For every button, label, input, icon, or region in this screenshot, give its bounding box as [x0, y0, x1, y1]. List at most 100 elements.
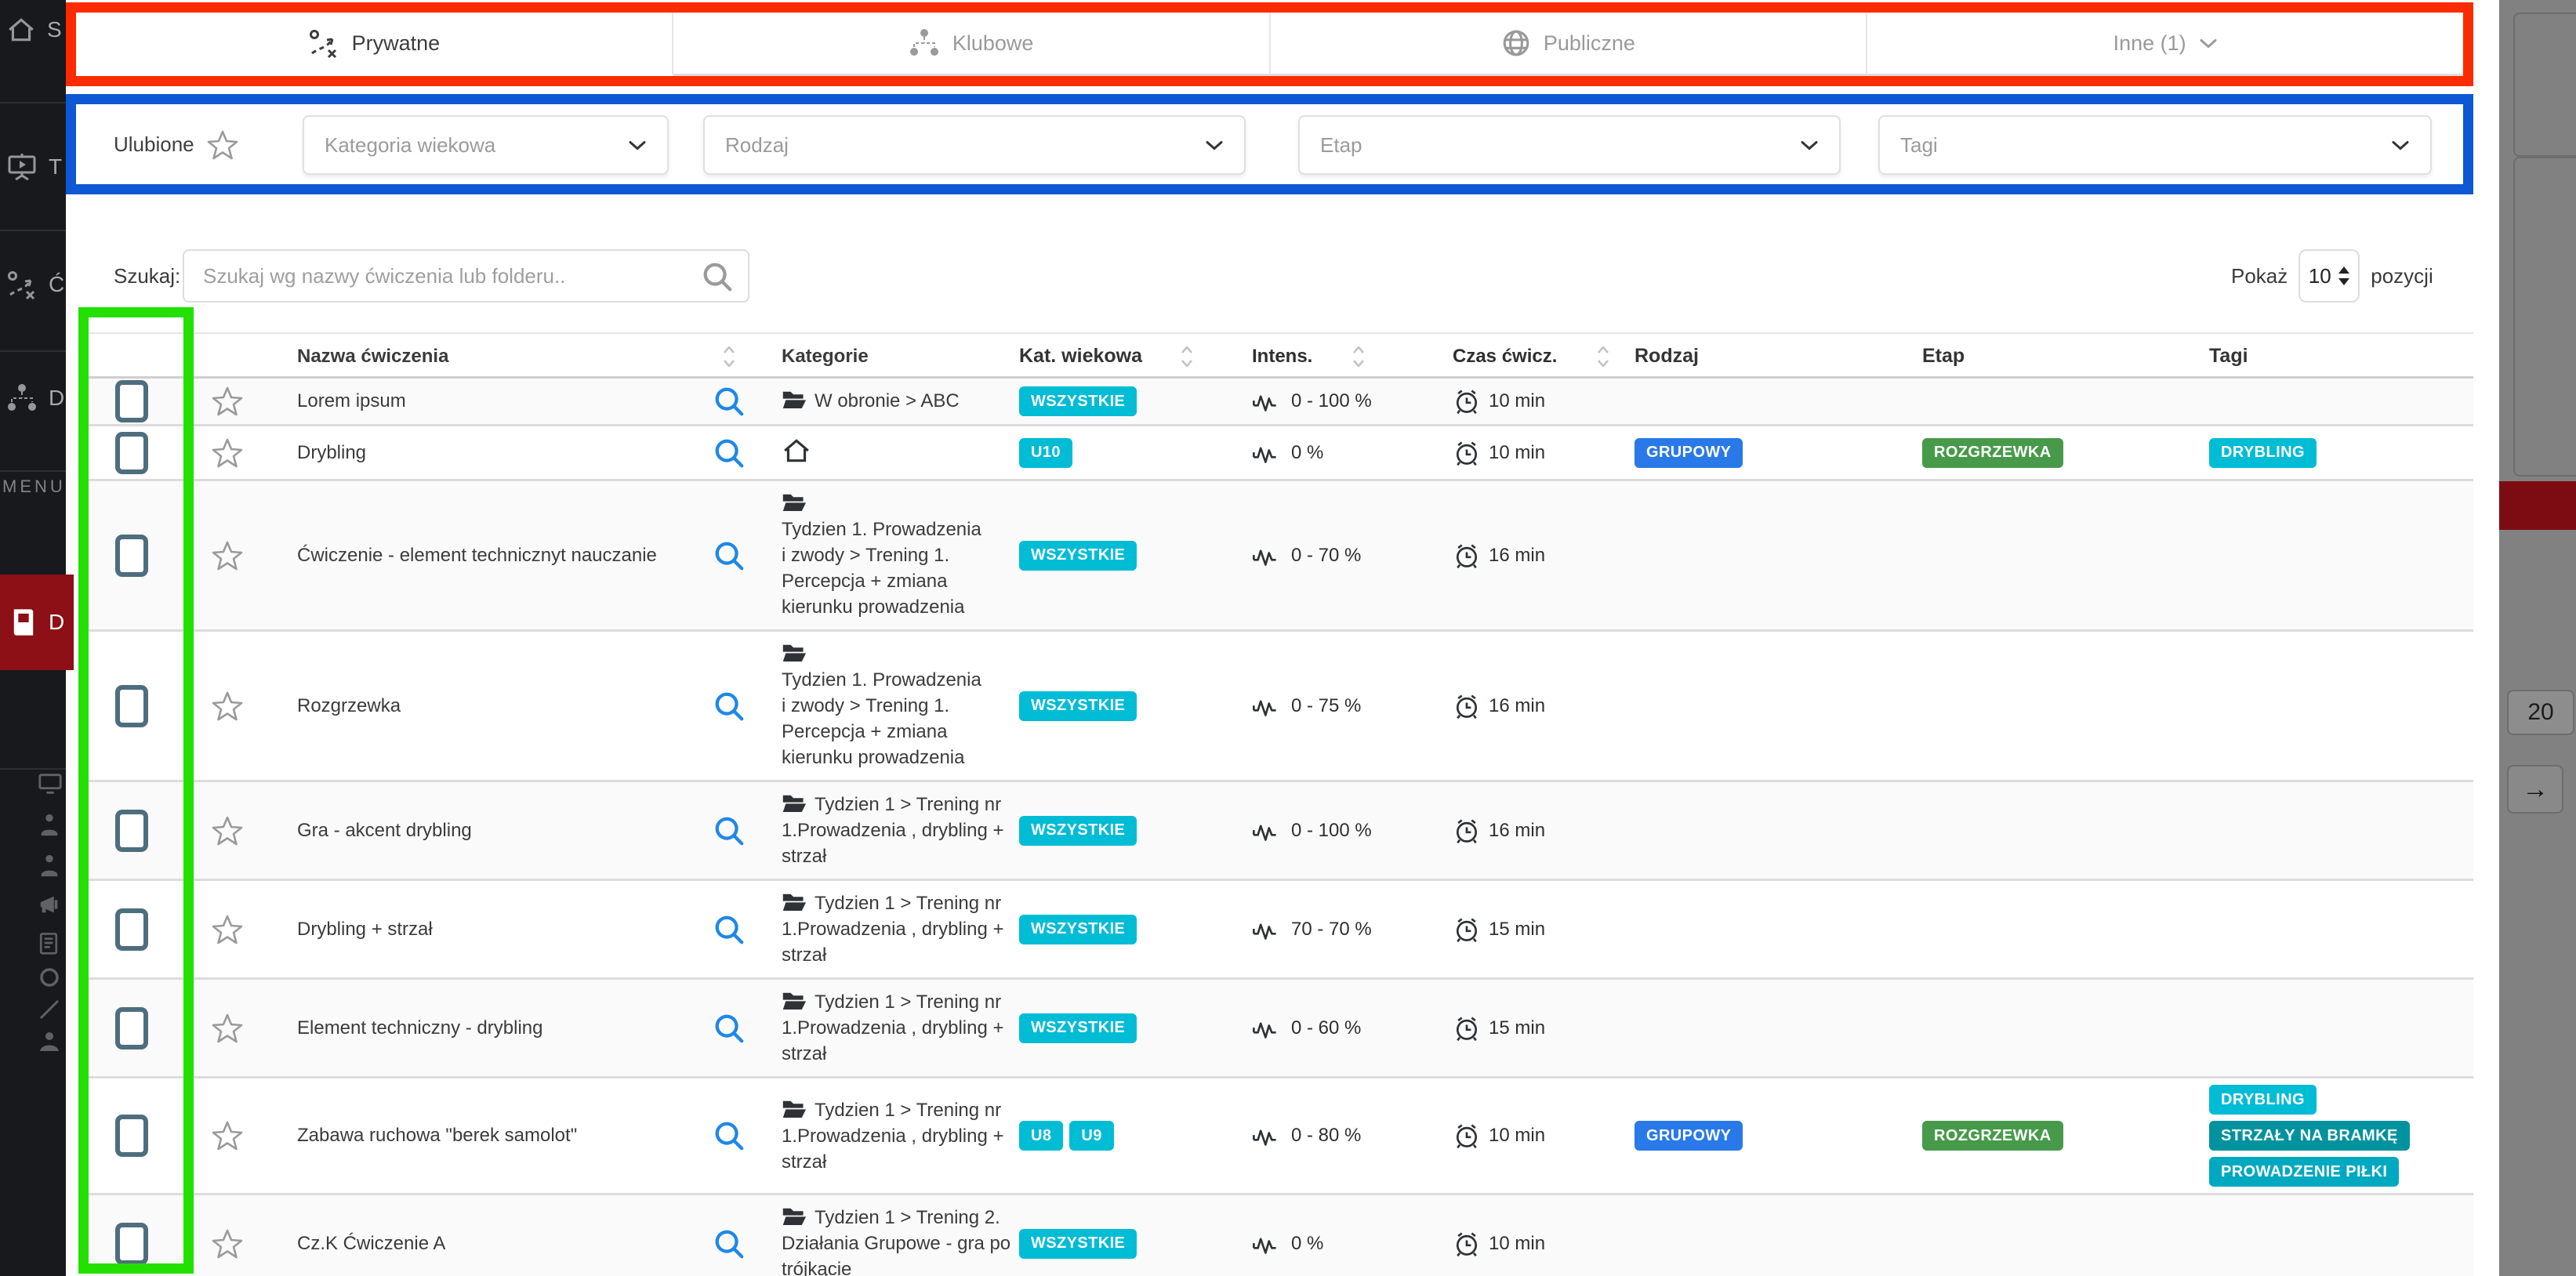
tab-prywatne[interactable]: Prywatne — [76, 13, 673, 76]
stage-cell: ROZGRZEWKA — [1905, 1113, 2191, 1158]
favorite-star-icon[interactable] — [212, 691, 243, 722]
row-checkbox[interactable] — [115, 535, 148, 577]
preview-search-icon[interactable] — [713, 913, 746, 946]
clock-icon — [1453, 387, 1481, 415]
folder-icon — [782, 1098, 807, 1119]
favorite-star-icon[interactable] — [212, 914, 243, 945]
sort-icon[interactable] — [722, 345, 736, 368]
column-header-nazwa-ćwiczenia[interactable]: Nazwa ćwiczenia — [270, 346, 694, 368]
stepper-arrows-icon[interactable] — [2338, 265, 2350, 287]
exercise-name-cell: Ćwiczenie - element technicznyt nauczani… — [270, 533, 694, 578]
row-checkbox[interactable] — [115, 432, 148, 474]
intensity-icon — [1252, 918, 1283, 941]
sidebar-icon-user[interactable] — [38, 853, 61, 878]
exercise-name: Gra - akcent drybling — [297, 820, 472, 842]
column-header-kat-wiekowa[interactable]: Kat. wiekowa — [1011, 345, 1211, 368]
filter-dropdown-kategoria-wiekowa[interactable]: Kategoria wiekowa — [303, 115, 669, 175]
row-checkbox[interactable] — [115, 1007, 148, 1049]
favorite-star-icon[interactable] — [212, 1228, 243, 1260]
column-header-label: Etap — [1922, 345, 1965, 368]
sidebar-item[interactable]: Ć — [0, 263, 72, 306]
exercise-name: Drybling + strzał — [297, 919, 433, 941]
preview-search-icon[interactable] — [713, 1119, 746, 1152]
sort-icon[interactable] — [1351, 345, 1366, 368]
age-category-cell: WSZYSTKIE — [1011, 1221, 1211, 1267]
column-header-czas-ćwicz[interactable]: Czas ćwicz. — [1446, 345, 1619, 368]
favorite-star-icon[interactable] — [212, 1013, 243, 1044]
tags-cell — [2191, 1221, 2473, 1267]
category-cell: Tydzien 1 > Trening nr 1.Prowadzenia , d… — [764, 1088, 1011, 1184]
sidebar-icon-clipboard[interactable] — [38, 930, 60, 955]
duration-value: 10 min — [1489, 442, 1545, 464]
row-checkbox[interactable] — [115, 1223, 148, 1265]
preview-cell — [694, 907, 764, 952]
stage-badge: ROZGRZEWKA — [1922, 438, 2063, 468]
preview-search-icon[interactable] — [713, 437, 746, 469]
favorite-star-icon[interactable] — [212, 437, 243, 469]
favorite-cell — [184, 1221, 270, 1267]
favorite-star-icon[interactable] — [212, 1120, 243, 1151]
column-header-rodzaj: Rodzaj — [1619, 345, 1905, 368]
row-checkbox[interactable] — [115, 685, 148, 727]
clock-icon — [1453, 1230, 1481, 1258]
favorite-star-icon[interactable] — [212, 815, 243, 846]
tab-inne-1[interactable]: Inne (1) — [1867, 13, 2463, 76]
age-category-cell: U8U9 — [1011, 1113, 1211, 1158]
category-cell: Tydzien 1 > Trening 2. Działania Grupowe… — [764, 1195, 1011, 1276]
duration-value: 10 min — [1489, 1233, 1545, 1255]
favorite-cell — [184, 1006, 270, 1051]
training-icon — [6, 152, 38, 182]
search-input[interactable] — [183, 249, 749, 303]
preview-search-icon[interactable] — [713, 385, 746, 418]
tab-publiczne[interactable]: Publiczne — [1271, 13, 1868, 76]
sort-icon[interactable] — [1180, 345, 1194, 368]
row-checkbox[interactable] — [115, 810, 148, 852]
intensity-value: 0 % — [1291, 442, 1323, 464]
sidebar-item[interactable]: D — [0, 376, 72, 420]
favorite-cell — [184, 808, 270, 854]
sidebar-icon-megaphone[interactable] — [38, 893, 63, 916]
folder-icon — [782, 990, 807, 1011]
tags-cell — [2191, 533, 2473, 578]
duration-cell: 15 min — [1446, 1006, 1619, 1051]
favorite-star-icon[interactable] — [212, 386, 243, 417]
exercise-name: Cz.K Ćwiczenie A — [297, 1233, 445, 1255]
preview-search-icon[interactable] — [713, 814, 746, 847]
row-checkbox[interactable] — [115, 380, 148, 422]
sidebar-icon-ring[interactable] — [38, 966, 61, 989]
favorite-star-icon[interactable] — [212, 540, 243, 571]
right-panel-value-box[interactable]: 20 — [2507, 690, 2574, 735]
sidebar-icon-person[interactable] — [38, 1029, 61, 1053]
sidebar-item-active[interactable]: D — [0, 575, 74, 670]
page-size-stepper[interactable]: 10 — [2298, 249, 2360, 303]
preview-search-icon[interactable] — [713, 1012, 746, 1045]
exercise-name-cell: Drybling + strzał — [270, 907, 694, 952]
duration-cell: 10 min — [1446, 430, 1619, 476]
preview-search-icon[interactable] — [713, 539, 746, 572]
favorites-star-icon[interactable] — [207, 129, 238, 161]
preview-search-icon[interactable] — [713, 690, 746, 723]
filter-dropdown-tagi[interactable]: Tagi — [1878, 115, 2432, 175]
row-checkbox[interactable] — [115, 1115, 148, 1157]
sort-icon[interactable] — [1596, 345, 1610, 368]
preview-search-icon[interactable] — [713, 1227, 746, 1260]
sidebar-icon-slash[interactable] — [38, 998, 61, 1021]
favorites-filter[interactable]: Ulubione — [114, 104, 238, 185]
type-badge: GRUPOWY — [1634, 1121, 1743, 1151]
favorites-star-icon[interactable] — [207, 129, 238, 161]
table-row: Drybling + strzałTydzien 1 > Trening nr … — [78, 881, 2473, 980]
column-header-intens[interactable]: Intens. — [1211, 345, 1446, 368]
favorite-cell — [184, 907, 270, 952]
sidebar-icon-user[interactable] — [38, 812, 61, 837]
chevron-down-icon — [1205, 140, 1224, 151]
sidebar-item[interactable]: T — [0, 145, 72, 189]
right-panel-arrow-button[interactable]: → — [2507, 765, 2563, 814]
stepper-arrows-icon[interactable] — [2338, 265, 2350, 287]
row-checkbox[interactable] — [115, 908, 148, 951]
sidebar-item[interactable]: S — [0, 8, 72, 52]
tab-klubowe[interactable]: Klubowe — [673, 13, 1271, 76]
intensity-value: 0 % — [1291, 1233, 1323, 1255]
sidebar-icon-monitor[interactable] — [38, 772, 63, 796]
filter-dropdown-rodzaj[interactable]: Rodzaj — [703, 115, 1246, 175]
filter-dropdown-etap[interactable]: Etap — [1298, 115, 1841, 175]
